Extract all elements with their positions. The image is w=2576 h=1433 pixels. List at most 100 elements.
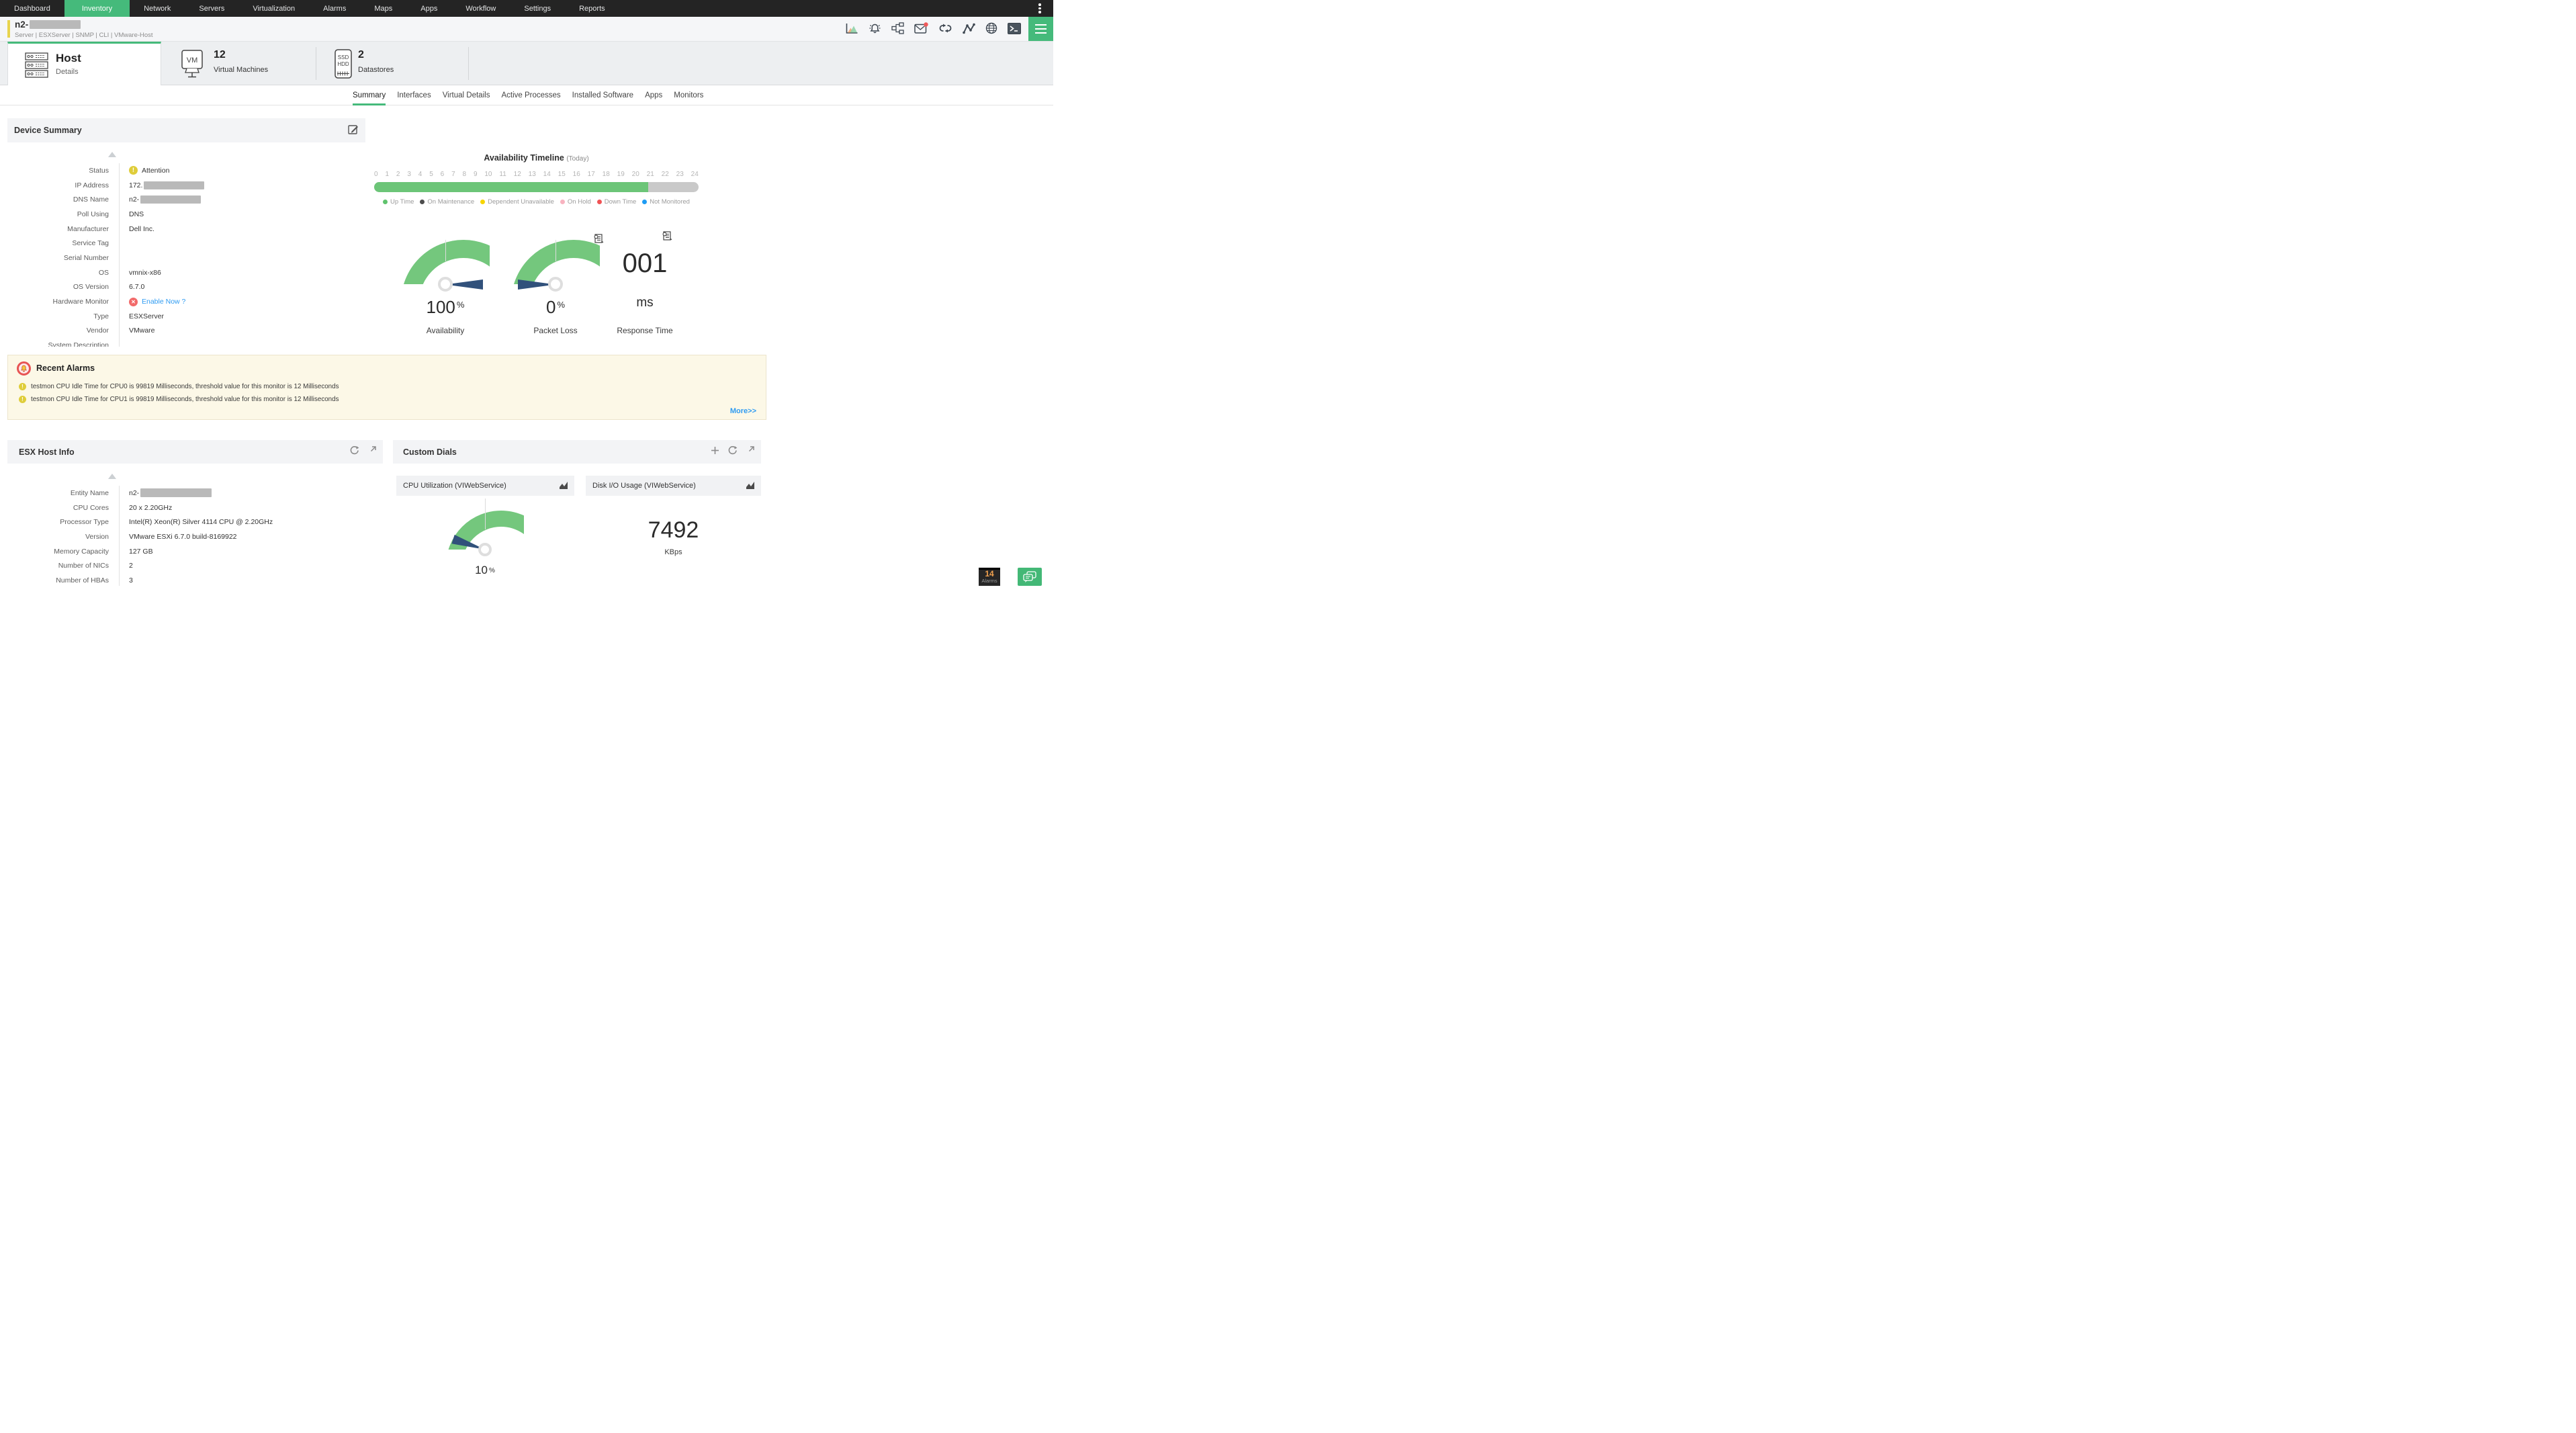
terminal-icon[interactable] <box>1008 22 1021 38</box>
subtab-installed-software[interactable]: Installed Software <box>572 85 633 105</box>
response-time-value: 001 <box>622 249 668 278</box>
legend-on-hold: On Hold <box>560 198 591 206</box>
vm-count: 12 <box>214 49 226 60</box>
nav-dashboard[interactable]: Dashboard <box>0 0 64 17</box>
disk-dial-title: Disk I/O Usage (VIWebService) <box>592 482 696 490</box>
device-name: n2- <box>15 19 81 30</box>
globe-icon[interactable] <box>985 22 997 38</box>
nav-alarms[interactable]: Alarms <box>309 0 360 17</box>
more-alarms-link[interactable]: More>> <box>730 407 756 415</box>
area-chart-icon[interactable] <box>746 481 755 493</box>
field-row-os-version: OS Version 6.7.0 <box>7 279 365 295</box>
datastore-label: Datastores <box>358 66 394 74</box>
response-time-report-icon[interactable] <box>662 231 672 245</box>
tab-datastores[interactable]: SSD HDD 2 Datastores <box>316 42 468 85</box>
packet-loss-report-icon[interactable] <box>594 234 604 247</box>
nav-virtualization[interactable]: Virtualization <box>238 0 309 17</box>
redacted-value <box>144 181 205 189</box>
scroll-up-arrow[interactable] <box>108 474 116 479</box>
line-graph-icon[interactable] <box>963 23 975 38</box>
availability-value: 100% <box>426 297 465 317</box>
recent-alarms-panel: Recent Alarms testmon CPU Idle Time for … <box>7 355 766 420</box>
enable-now-link[interactable]: Enable Now ? <box>142 298 185 306</box>
nav-settings[interactable]: Settings <box>510 0 565 17</box>
vm-label: Virtual Machines <box>214 66 269 74</box>
device-title-bar: n2- Server | ESXServer | SNMP | CLI | VM… <box>0 17 1053 42</box>
availability-timeline-bar[interactable] <box>374 182 699 192</box>
response-time-label: Response Time <box>617 326 673 335</box>
field-row-entity-name: Entity Name n2- <box>7 486 383 501</box>
field-row-num-nics: Number of NICs 2 <box>7 558 383 574</box>
esx-host-info-fields: Entity Name n2- CPU Cores 20 x 2.20GHz P… <box>7 486 383 586</box>
field-row-memory-capacity: Memory Capacity 127 GB <box>7 544 383 559</box>
hamburger-menu-button[interactable] <box>1028 17 1053 41</box>
expand-icon[interactable] <box>367 445 376 458</box>
svg-text:SSD: SSD <box>338 54 349 60</box>
field-row-num-hbas: Number of HBAs 3 <box>7 573 383 586</box>
custom-dials-title: Custom Dials <box>403 447 457 457</box>
area-chart-icon[interactable] <box>559 481 568 493</box>
nav-workflow[interactable]: Workflow <box>451 0 510 17</box>
legend-up-time: Up Time <box>383 198 414 206</box>
field-row-system-description: System Description <box>7 338 365 347</box>
device-summary-header: Device Summary <box>7 118 365 142</box>
subtab-summary[interactable]: Summary <box>353 85 386 105</box>
esx-host-info-title: ESX Host Info <box>19 447 75 457</box>
tab-host-details[interactable]: Host Details <box>7 42 161 85</box>
subtab-virtual-details[interactable]: Virtual Details <box>443 85 490 105</box>
field-row-service-tag: Service Tag <box>7 236 365 251</box>
gauge-knob <box>478 543 492 556</box>
disk-dial-header: Disk I/O Usage (VIWebService) <box>586 476 761 496</box>
chat-bubbles-icon <box>1023 571 1036 582</box>
nav-apps[interactable]: Apps <box>406 0 451 17</box>
app-screen: Dashboard Inventory Network Servers Virt… <box>0 0 1053 586</box>
workflow-icon[interactable] <box>891 22 904 38</box>
nav-servers[interactable]: Servers <box>185 0 238 17</box>
performance-chart-icon[interactable] <box>846 23 858 38</box>
sync-loop-icon[interactable] <box>938 23 952 37</box>
alarm-count-badge[interactable]: 14 Alarms <box>979 568 1000 586</box>
alarm-row[interactable]: testmon CPU Idle Time for CPU0 is 99819 … <box>19 383 339 390</box>
entity-tab-strip: Host Details VM 12 Virtual Machines SSD … <box>0 42 1053 85</box>
custom-dials-header: Custom Dials <box>393 440 761 464</box>
nav-reports[interactable]: Reports <box>565 0 619 17</box>
timeline-subtitle: (Today) <box>566 155 589 163</box>
kebab-menu-icon[interactable] <box>1034 3 1045 14</box>
expand-icon[interactable] <box>746 445 754 458</box>
edit-icon[interactable] <box>348 124 359 138</box>
datastore-icon: SSD HDD <box>335 49 352 79</box>
add-dial-icon[interactable] <box>711 446 719 458</box>
field-row-os: OS vmnix-x86 <box>7 265 365 280</box>
redacted-device-name <box>30 20 81 29</box>
cpu-dial-title: CPU Utilization (VIWebService) <box>403 482 506 490</box>
tab-virtual-machines[interactable]: VM 12 Virtual Machines <box>162 42 316 85</box>
subtab-apps[interactable]: Apps <box>645 85 662 105</box>
device-summary-title: Device Summary <box>14 126 82 135</box>
scroll-up-arrow[interactable] <box>108 152 116 157</box>
timeline-legend: Up Time On Maintenance Dependent Unavail… <box>367 198 705 206</box>
svg-text:HDD: HDD <box>337 61 349 67</box>
chat-button[interactable] <box>1018 568 1042 586</box>
subtab-interfaces[interactable]: Interfaces <box>397 85 431 105</box>
disabled-icon <box>129 297 138 306</box>
nav-maps[interactable]: Maps <box>360 0 406 17</box>
field-row-serial: Serial Number <box>7 251 365 265</box>
alarm-row[interactable]: testmon CPU Idle Time for CPU1 is 99819 … <box>19 396 339 403</box>
field-row-status: Status Attention <box>7 163 365 178</box>
vm-icon: VM <box>181 50 203 78</box>
disk-io-value: 7492 <box>648 517 699 543</box>
subtab-monitors[interactable]: Monitors <box>674 85 703 105</box>
nav-network[interactable]: Network <box>130 0 185 17</box>
nav-inventory[interactable]: Inventory <box>64 0 130 17</box>
device-categories: Server | ESXServer | SNMP | CLI | VMware… <box>15 32 153 39</box>
gauge-tick <box>445 240 446 261</box>
refresh-icon[interactable] <box>727 445 738 459</box>
recent-alarms-title: Recent Alarms <box>36 363 95 373</box>
cpu-utilization-value: 10% <box>475 564 495 576</box>
server-rack-icon <box>25 52 48 78</box>
alarm-bell-icon[interactable] <box>869 22 881 38</box>
mail-icon[interactable] <box>914 22 928 38</box>
legend-dependent-unavailable: Dependent Unavailable <box>480 198 554 206</box>
refresh-icon[interactable] <box>349 445 359 459</box>
subtab-active-processes[interactable]: Active Processes <box>501 85 560 105</box>
